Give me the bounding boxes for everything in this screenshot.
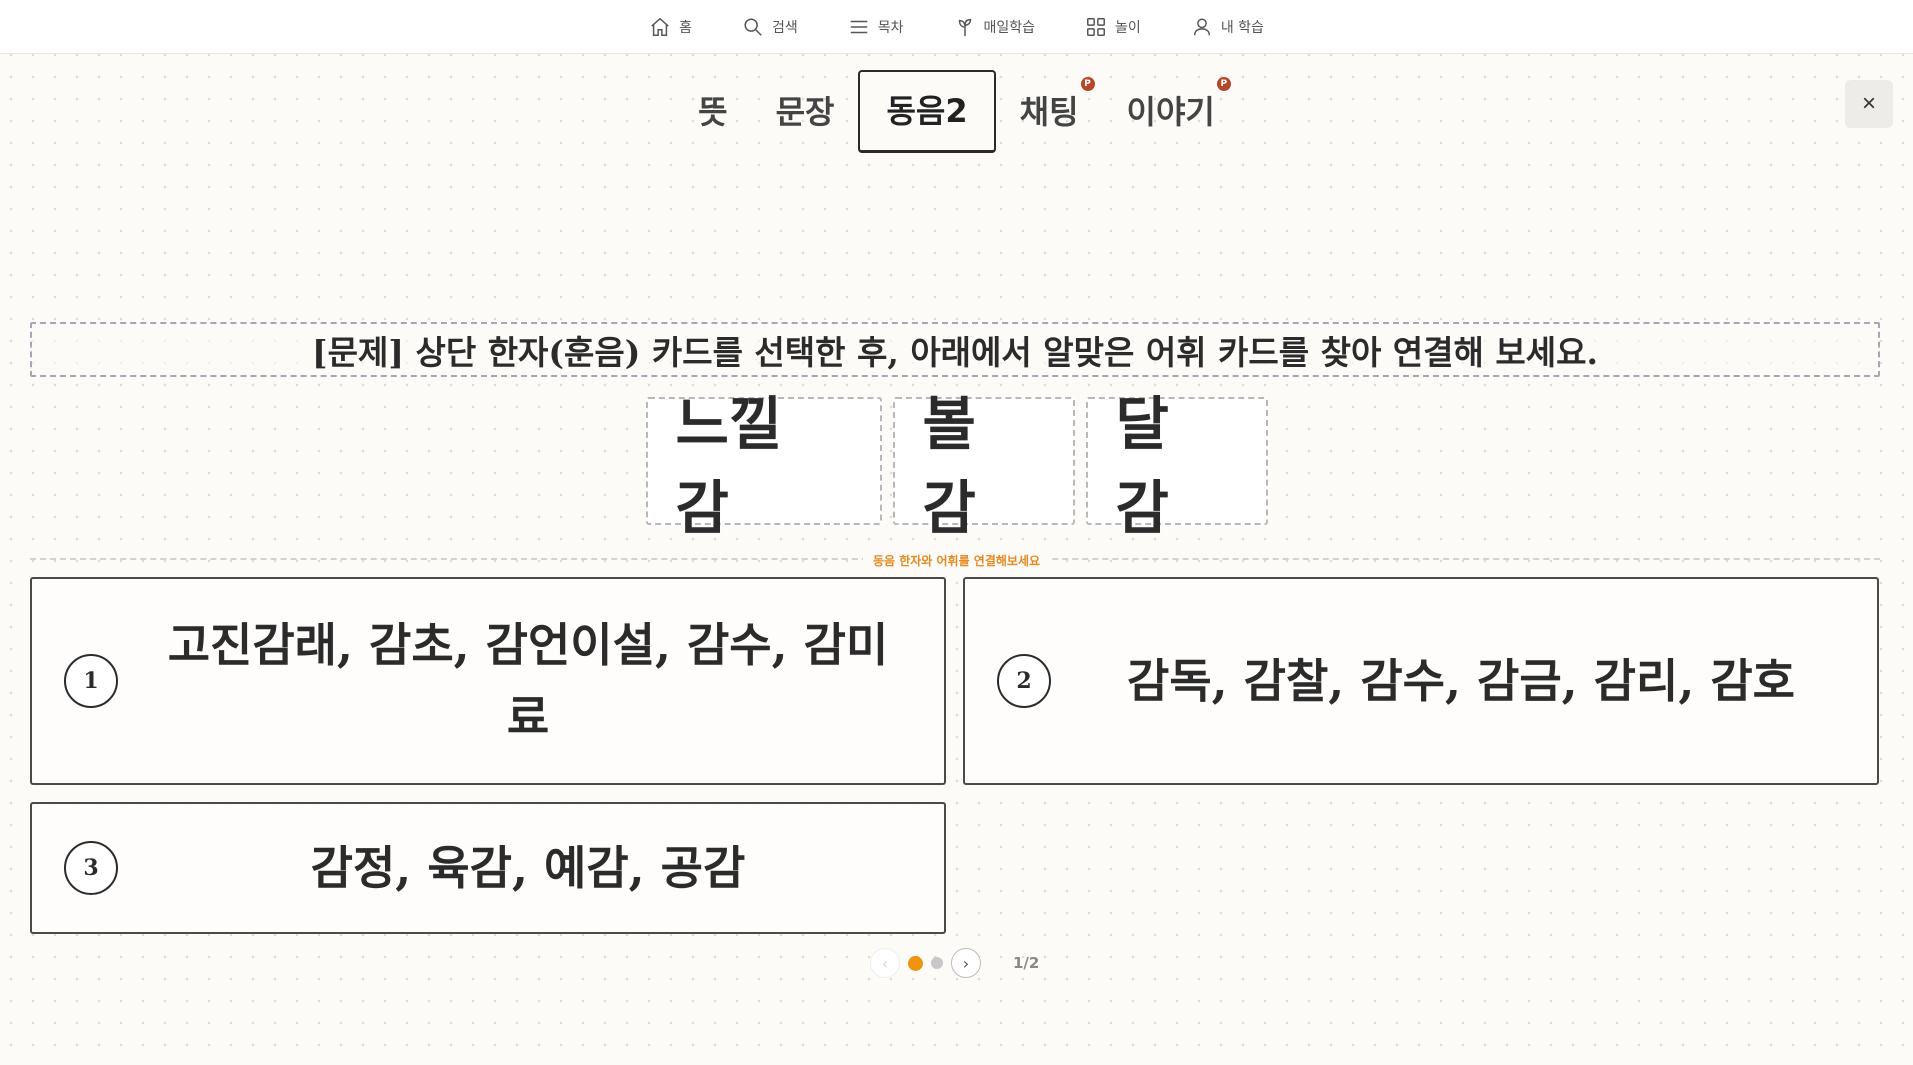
tab-sentence-label: 문장 — [775, 92, 835, 131]
page-dot[interactable] — [931, 957, 943, 969]
answer-words: 고진감래, 감초, 감언이설, 감수, 감미료 — [167, 618, 889, 744]
nav-daily[interactable]: 매일학습 — [929, 16, 1061, 38]
answer-card-1[interactable]: 1 고진감래, 감초, 감언이설, 감수, 감미료 — [30, 577, 946, 785]
tab-homonym2-label: 동음2 — [886, 92, 968, 130]
answer-number: 2 — [997, 654, 1051, 708]
premium-badge: P — [1216, 76, 1231, 91]
hanja-card[interactable]: 느낄 감 — [645, 390, 882, 542]
nav-contents-label: 목차 — [877, 19, 904, 36]
nav-my-study[interactable]: 내 학습 — [1166, 16, 1289, 38]
tab-meaning[interactable]: 뜻 — [674, 73, 751, 151]
nav-my-study-label: 내 학습 — [1220, 19, 1264, 36]
grid-icon — [1087, 17, 1106, 36]
answer-words: 감독, 감찰, 감수, 감금, 감리, 감호 — [1127, 654, 1795, 708]
prev-page-button[interactable]: ‹ — [870, 948, 900, 978]
nav-home[interactable]: 홈 — [624, 16, 717, 38]
close-button[interactable]: × — [1845, 80, 1893, 128]
nav-play[interactable]: 놀이 — [1060, 16, 1166, 38]
next-page-button[interactable]: › — [951, 948, 981, 978]
tab-sentence[interactable]: 문장 — [752, 73, 859, 151]
close-icon: × — [1861, 90, 1876, 117]
hanja-card[interactable]: 달 감 — [1085, 390, 1268, 542]
hanja-card-row: 느낄 감 볼 감 달 감 — [0, 390, 1913, 542]
nav-search[interactable]: 검색 — [717, 16, 823, 38]
nav-home-label: 홈 — [679, 19, 692, 36]
menu-icon — [850, 20, 867, 33]
hanja-card[interactable]: 볼 감 — [892, 390, 1075, 542]
tab-story[interactable]: 이야기 P — [1103, 73, 1239, 151]
answer-words: 감정, 육감, 예감, 공감 — [310, 841, 746, 895]
chevron-left-icon: ‹ — [881, 953, 889, 973]
page-dot-active[interactable] — [908, 955, 923, 971]
tab-homonym2[interactable]: 동음2 — [858, 70, 996, 153]
tab-meaning-label: 뜻 — [698, 92, 728, 131]
answer-number: 3 — [64, 841, 118, 895]
premium-badge: P — [1080, 76, 1095, 91]
tab-chatting-label: 채팅 — [1019, 92, 1079, 131]
tab-story-label: 이야기 — [1126, 92, 1215, 131]
search-icon — [744, 17, 762, 36]
divider-label: 동음 한자와 어휘를 연결해보세요 — [0, 550, 1913, 569]
instruction-text: [문제] 상단 한자(훈음) 카드를 선택한 후, 아래에서 알맞은 어휘 카드… — [312, 332, 1598, 372]
page-count: 1/2 — [1013, 954, 1040, 972]
nav-search-label: 검색 — [771, 19, 798, 36]
home-icon — [651, 17, 669, 36]
nav-play-label: 놀이 — [1115, 19, 1141, 36]
user-icon — [1193, 17, 1210, 35]
nav-daily-label: 매일학습 — [983, 19, 1036, 36]
chevron-right-icon: › — [962, 953, 970, 973]
instruction-banner: [문제] 상단 한자(훈음) 카드를 선택한 후, 아래에서 알맞은 어휘 카드… — [30, 322, 1880, 377]
top-nav: 홈 검색 목차 매일학습 놀이 내 학습 — [0, 0, 1913, 54]
answer-card-2[interactable]: 2 감독, 감찰, 감수, 감금, 감리, 감호 — [963, 577, 1879, 785]
tab-chatting[interactable]: 채팅 P — [996, 73, 1103, 151]
answer-number: 1 — [64, 654, 118, 708]
mode-tabs: 뜻 문장 동음2 채팅 P 이야기 P — [0, 70, 1913, 153]
nav-contents[interactable]: 목차 — [823, 16, 929, 38]
answer-card-3[interactable]: 3 감정, 육감, 예감, 공감 — [30, 802, 946, 934]
sprout-icon — [958, 18, 971, 36]
divider-label-text: 동음 한자와 어휘를 연결해보세요 — [862, 554, 1051, 568]
pager: ‹ › 1/2 — [870, 947, 1039, 979]
